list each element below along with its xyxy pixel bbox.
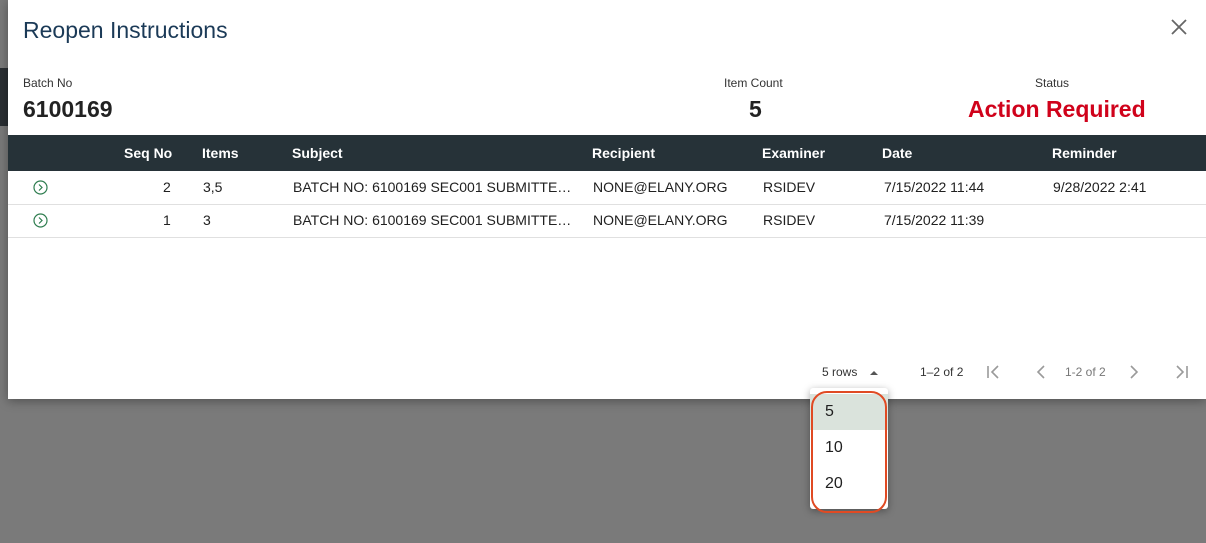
column-header-seq-no[interactable]: Seq No bbox=[124, 135, 172, 171]
last-page-icon bbox=[1176, 365, 1188, 379]
rows-per-page-menu: 5 10 20 bbox=[810, 388, 888, 509]
cell-examiner: RSIDEV bbox=[763, 212, 816, 228]
pagination-range: 1–2 of 2 bbox=[920, 365, 964, 379]
chevron-right-circle-icon[interactable] bbox=[33, 180, 48, 195]
column-header-date[interactable]: Date bbox=[882, 135, 912, 171]
cell-items: 3,5 bbox=[203, 179, 223, 195]
cell-reminder: 9/28/2022 2:41 bbox=[1053, 179, 1147, 195]
dialog-title: Reopen Instructions bbox=[23, 17, 228, 43]
rows-option-5[interactable]: 5 bbox=[810, 394, 888, 430]
cell-date: 7/15/2022 11:44 bbox=[884, 179, 985, 195]
cell-subject: BATCH NO: 6100169 SEC001 SUBMITTE… bbox=[293, 212, 572, 228]
table-row[interactable]: 1 3 BATCH NO: 6100169 SEC001 SUBMITTE… N… bbox=[8, 204, 1206, 238]
batch-no-label: Batch No bbox=[23, 76, 73, 90]
status-label: Status bbox=[1035, 76, 1070, 90]
chevron-left-icon bbox=[1036, 365, 1045, 379]
batch-no-value: 6100169 bbox=[23, 96, 113, 122]
cell-seq-no: 2 bbox=[163, 179, 171, 195]
cell-examiner: RSIDEV bbox=[763, 179, 816, 195]
chevron-right-circle-icon[interactable] bbox=[33, 213, 48, 228]
status-value: Action Required bbox=[968, 96, 1146, 122]
cell-seq-no: 1 bbox=[163, 212, 171, 228]
first-page-icon bbox=[987, 365, 999, 379]
cell-date: 7/15/2022 11:39 bbox=[884, 212, 985, 228]
page-indicator: 1-2 of 2 bbox=[1065, 365, 1106, 379]
first-page-button[interactable] bbox=[984, 362, 1004, 382]
previous-page-button[interactable] bbox=[1031, 362, 1051, 382]
rows-option-10[interactable]: 10 bbox=[810, 430, 888, 466]
rows-option-20[interactable]: 20 bbox=[810, 466, 888, 502]
table-row[interactable]: 2 3,5 BATCH NO: 6100169 SEC001 SUBMITTE…… bbox=[8, 171, 1206, 205]
rows-per-page-value: 5 rows bbox=[822, 365, 858, 379]
column-header-reminder[interactable]: Reminder bbox=[1052, 135, 1117, 171]
item-count-value: 5 bbox=[749, 96, 762, 122]
item-count-label: Item Count bbox=[724, 76, 783, 90]
next-page-button[interactable] bbox=[1124, 362, 1144, 382]
background-app-strip bbox=[0, 68, 8, 126]
chevron-right-icon bbox=[1130, 365, 1139, 379]
column-header-recipient[interactable]: Recipient bbox=[592, 135, 655, 171]
last-page-button[interactable] bbox=[1171, 362, 1191, 382]
close-icon bbox=[1171, 19, 1187, 35]
caret-up-icon bbox=[869, 370, 878, 375]
reopen-instructions-dialog: Reopen Instructions Batch No 6100169 Ite… bbox=[8, 0, 1206, 399]
rows-per-page-select[interactable]: 5 rows bbox=[822, 365, 879, 379]
table-header: Seq No Items Subject Recipient Examiner … bbox=[8, 135, 1206, 171]
column-header-subject[interactable]: Subject bbox=[292, 135, 343, 171]
cell-subject: BATCH NO: 6100169 SEC001 SUBMITTE… bbox=[293, 179, 572, 195]
cell-items: 3 bbox=[203, 212, 211, 228]
column-header-examiner[interactable]: Examiner bbox=[762, 135, 825, 171]
column-header-items[interactable]: Items bbox=[202, 135, 239, 171]
cell-recipient: NONE@ELANY.ORG bbox=[593, 212, 728, 228]
cell-recipient: NONE@ELANY.ORG bbox=[593, 179, 728, 195]
close-button[interactable] bbox=[1168, 16, 1190, 38]
